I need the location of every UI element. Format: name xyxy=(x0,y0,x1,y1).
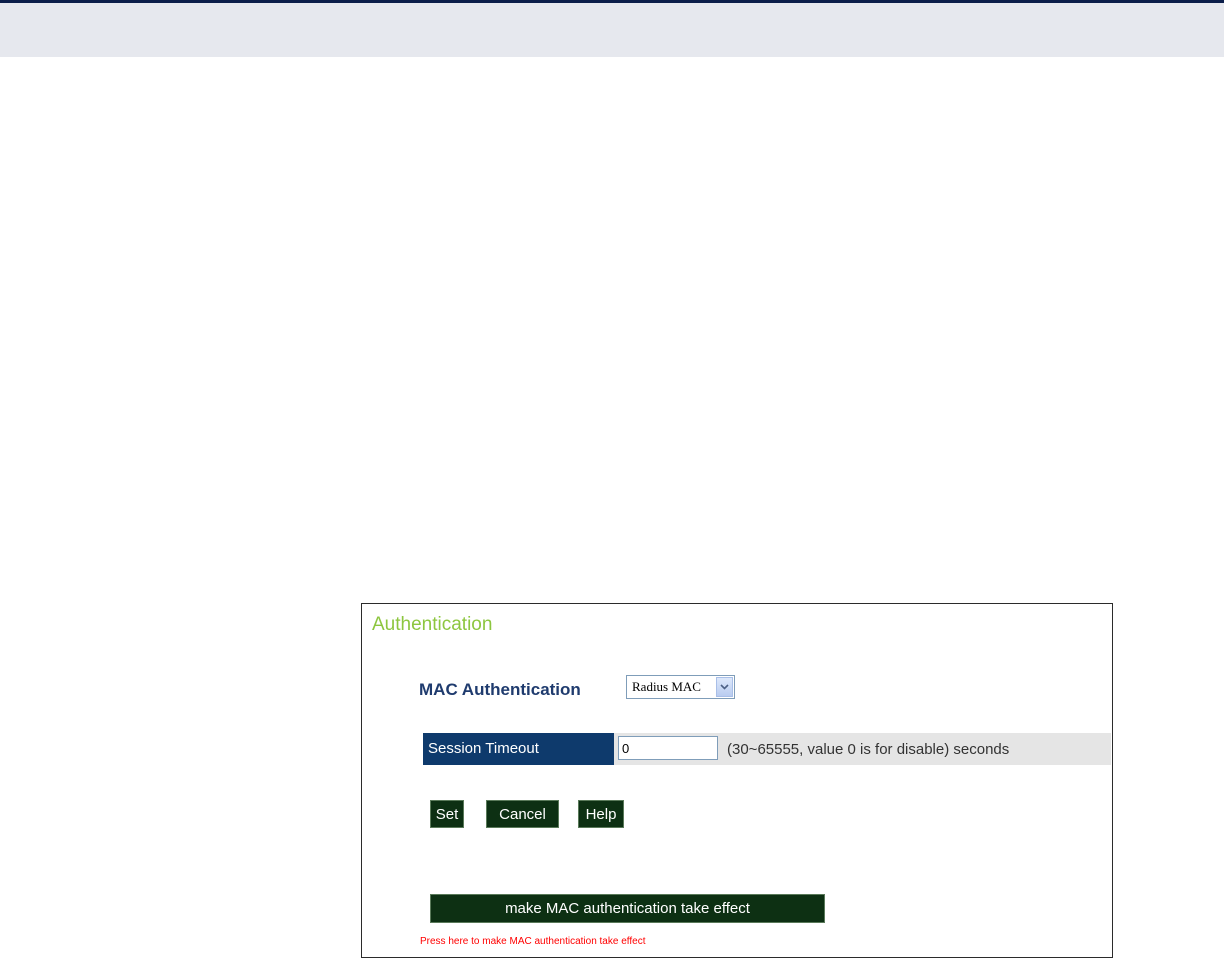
mac-authentication-selected-value: Radius MAC xyxy=(632,679,701,694)
mac-authentication-select[interactable]: Radius MAC xyxy=(626,675,735,699)
cancel-button[interactable]: Cancel xyxy=(486,800,559,828)
session-timeout-label: Session Timeout xyxy=(423,733,614,765)
set-button[interactable]: Set xyxy=(430,800,464,828)
page-title: Authentication xyxy=(372,614,493,635)
header-band xyxy=(0,3,1224,57)
session-timeout-input[interactable] xyxy=(618,736,718,760)
chevron-down-icon[interactable] xyxy=(716,677,733,697)
mac-authentication-label: MAC Authentication xyxy=(419,680,581,699)
make-mac-auth-effect-button[interactable]: make MAC authentication take effect xyxy=(430,894,825,923)
session-timeout-hint: (30~65555, value 0 is for disable) secon… xyxy=(727,741,1010,758)
effect-note: Press here to make MAC authentication ta… xyxy=(420,936,646,947)
help-button[interactable]: Help xyxy=(578,800,624,828)
authentication-panel: Authentication MAC Authentication Radius… xyxy=(361,603,1113,958)
